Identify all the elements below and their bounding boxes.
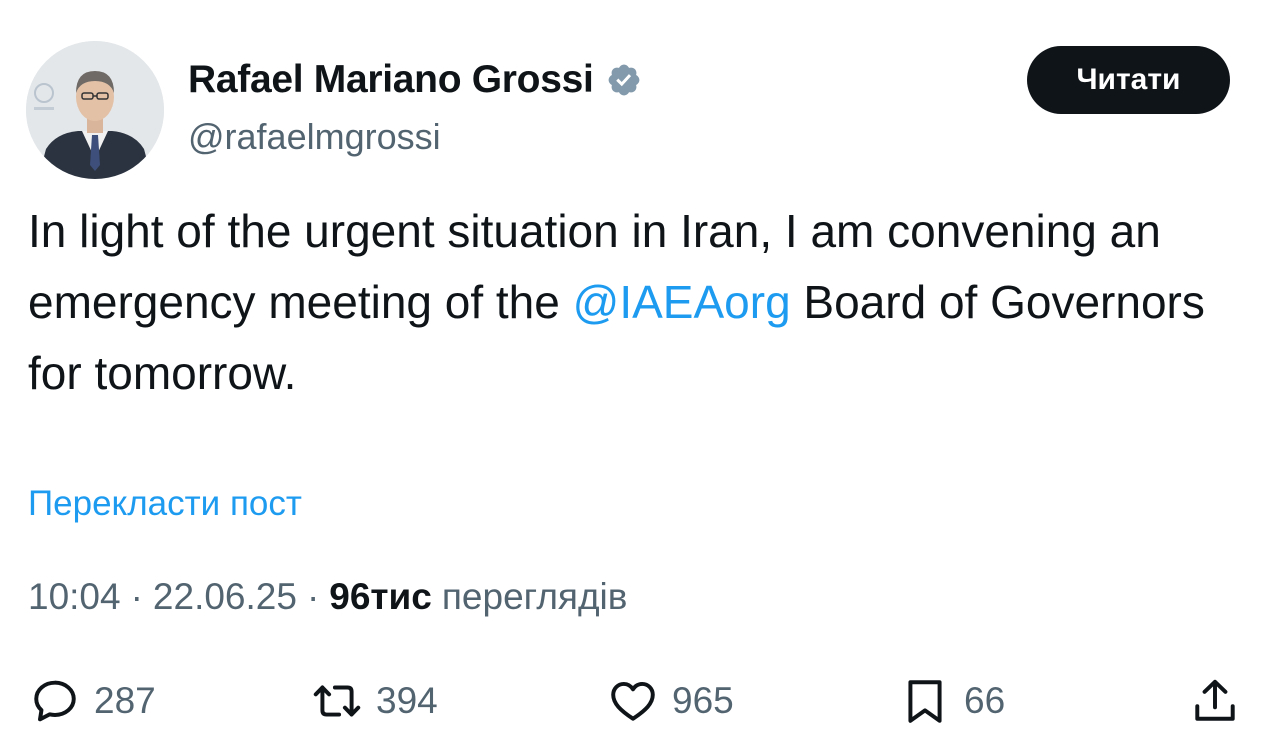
post-time[interactable]: 10:04	[28, 576, 121, 618]
bookmark-count: 66	[964, 680, 1006, 721]
reply-count: 287	[94, 680, 156, 721]
share-button[interactable]	[1190, 664, 1240, 738]
post-text: In light of the urgent situation in Iran…	[28, 196, 1258, 409]
mention-link[interactable]: @IAEAorg	[573, 276, 791, 328]
views-count: 96тис	[329, 576, 432, 617]
translate-post-link[interactable]: Перекласти пост	[28, 484, 302, 524]
action-bar: 287 394 965 66	[0, 664, 1280, 738]
avatar-photo	[26, 41, 164, 179]
heart-icon	[608, 676, 658, 726]
follow-button[interactable]: Читати	[1027, 46, 1230, 114]
post-meta: 10:04 · 22.06.25 · 96тис переглядів	[28, 576, 627, 618]
author-handle[interactable]: @rafaelmgrossi	[188, 116, 441, 158]
like-count: 965	[672, 680, 734, 721]
reply-icon	[30, 676, 80, 726]
share-icon	[1190, 676, 1240, 726]
verified-badge-icon[interactable]	[606, 62, 642, 98]
like-button[interactable]: 965	[608, 664, 734, 738]
avatar[interactable]	[26, 41, 164, 179]
repost-count: 394	[376, 680, 438, 721]
post-date[interactable]: 22.06.25	[153, 576, 297, 618]
author-display-name[interactable]: Rafael Mariano Grossi	[188, 58, 594, 102]
bookmark-icon	[900, 676, 950, 726]
post-card: Rafael Mariano Grossi @rafaelmgrossi Чит…	[0, 0, 1280, 746]
author-name-row: Rafael Mariano Grossi	[188, 54, 642, 106]
meta-separator: ·	[130, 576, 143, 617]
views-label: переглядів	[441, 576, 628, 617]
bookmark-button[interactable]: 66	[900, 664, 1005, 738]
meta-separator: ·	[306, 576, 320, 617]
repost-icon	[312, 676, 362, 726]
reply-button[interactable]: 287	[30, 664, 156, 738]
repost-button[interactable]: 394	[312, 664, 438, 738]
